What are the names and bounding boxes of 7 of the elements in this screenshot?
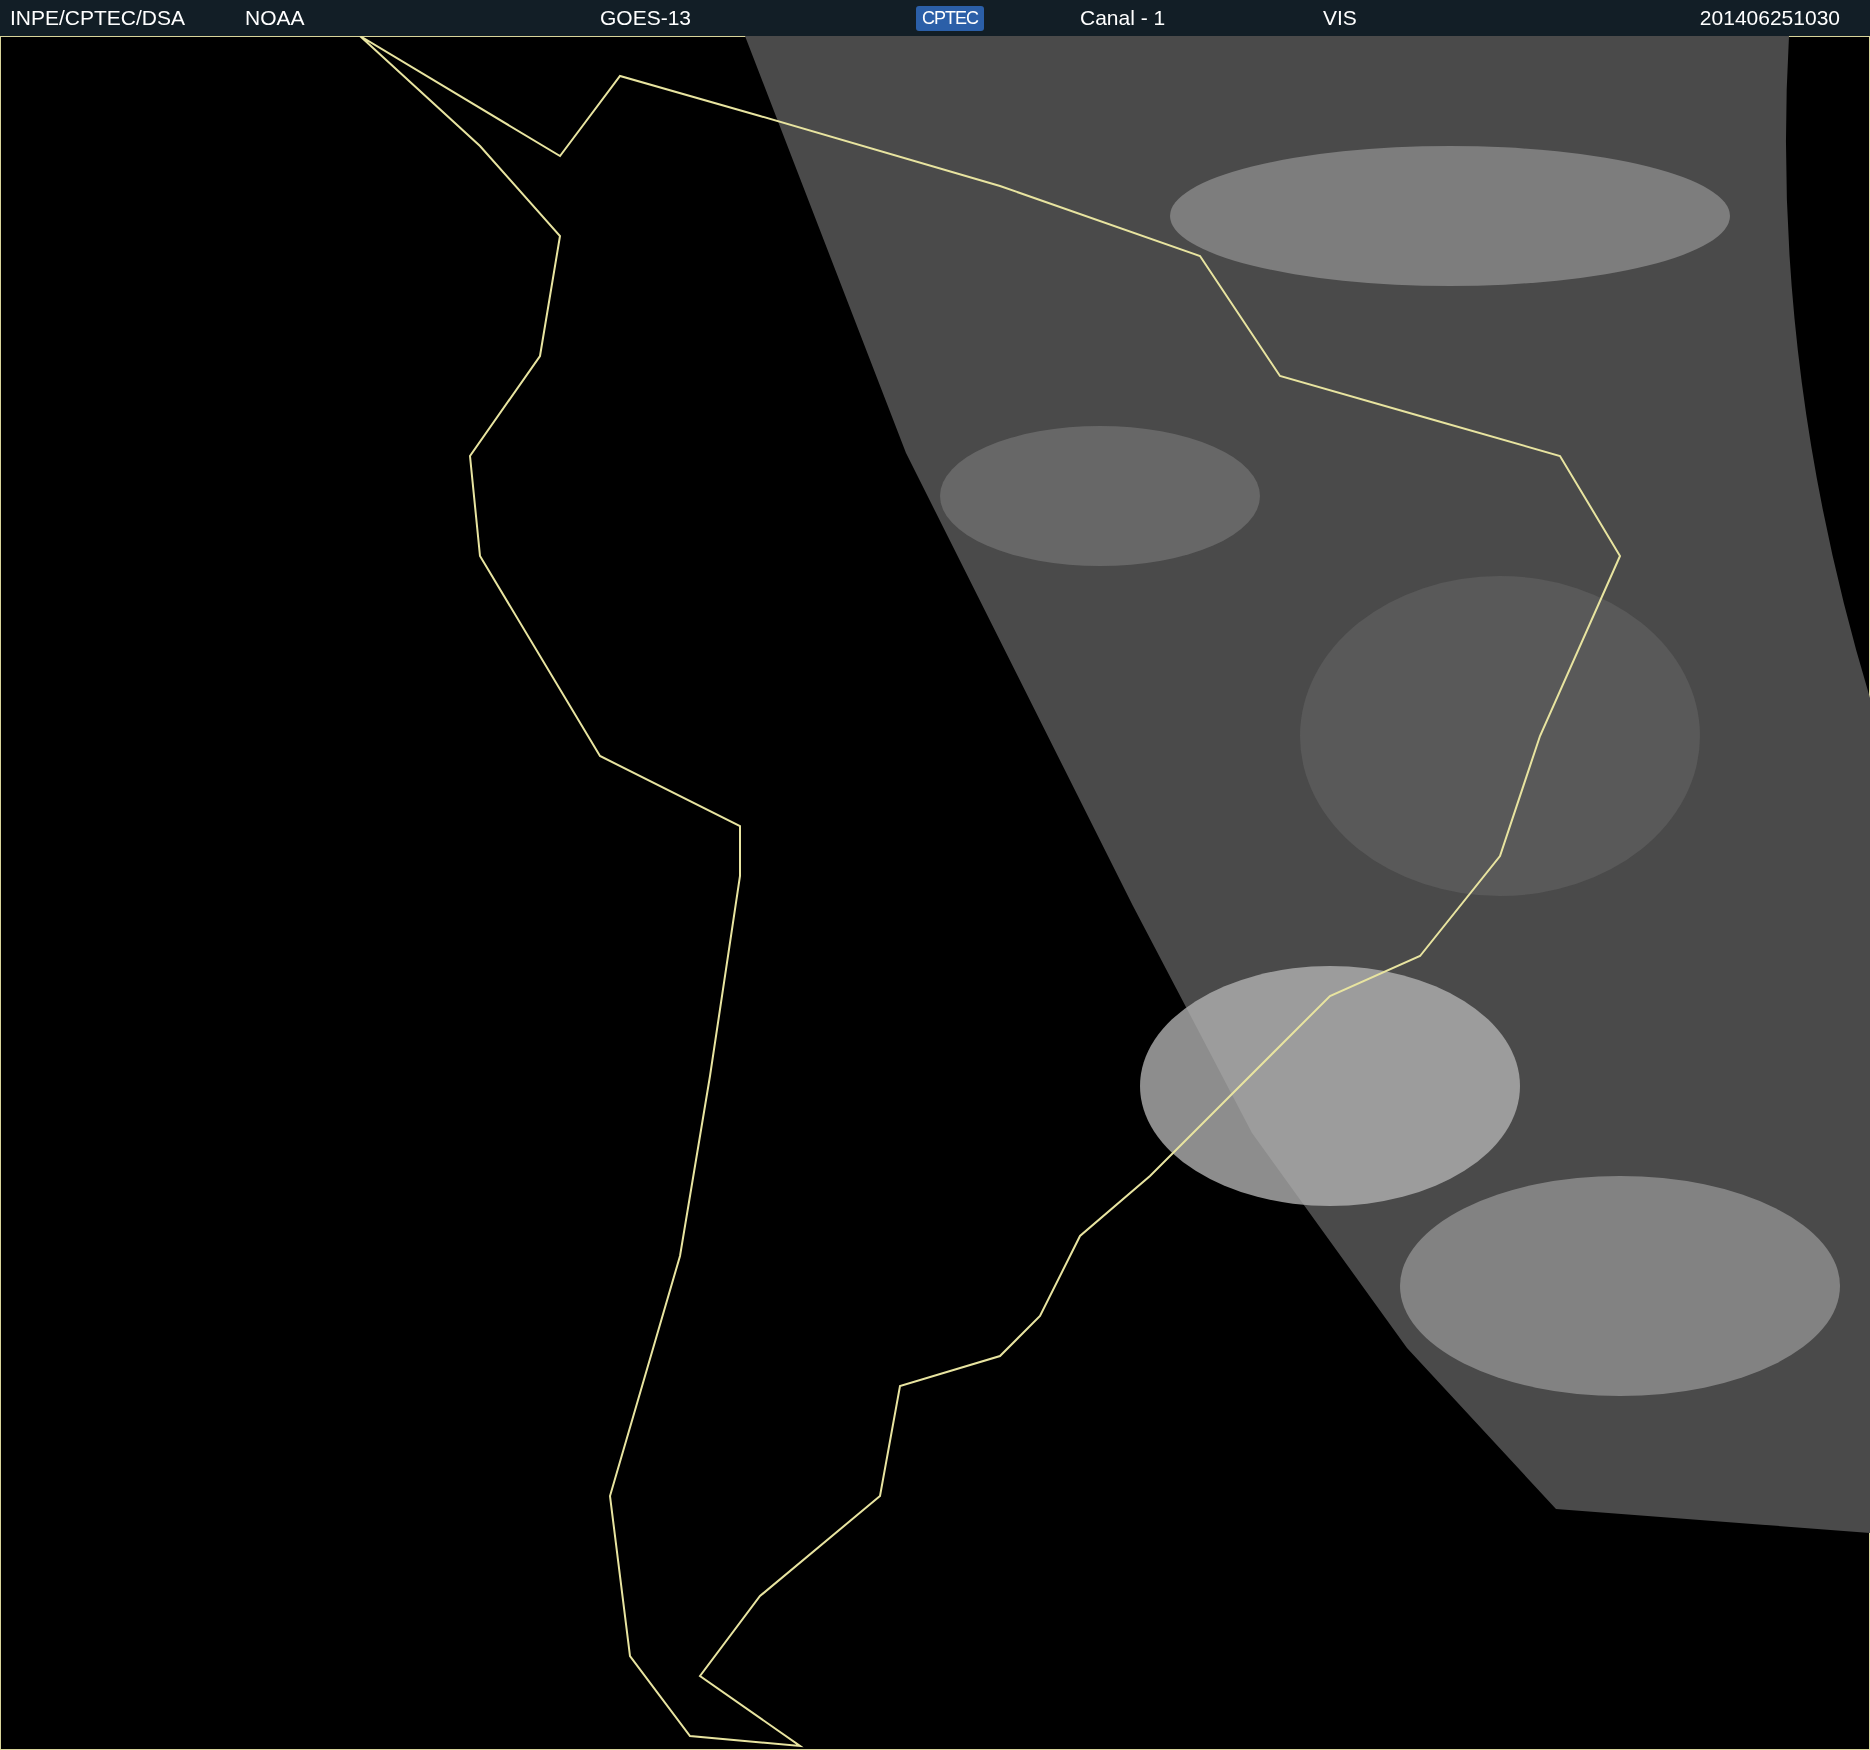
header-label: GOES-13 <box>600 6 693 30</box>
header-label: Canal - 1 <box>1080 6 1167 30</box>
header-label: NOAA <box>245 6 306 30</box>
header-label: INPE/CPTEC/DSA <box>10 6 187 30</box>
header-label: VIS <box>1323 6 1358 30</box>
logo: CPTEC <box>916 6 984 31</box>
header-label: 201406251030 <box>1699 6 1840 30</box>
